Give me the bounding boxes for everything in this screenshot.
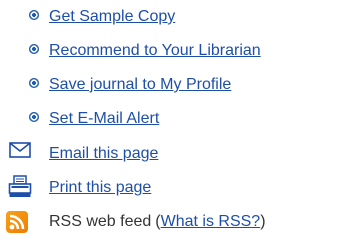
save-journal-link[interactable]: Save journal to My Profile	[49, 77, 231, 93]
email-page-link[interactable]: Email this page	[49, 146, 158, 162]
rss-feed-row: RSS web feed ( What is RSS? )	[0, 209, 266, 235]
what-is-rss-link[interactable]: What is RSS?	[161, 214, 261, 230]
bullet-icon	[0, 106, 49, 132]
email-page-row: Email this page	[0, 141, 158, 167]
rss-web-feed-label: RSS web feed	[49, 213, 152, 230]
close-paren: )	[260, 213, 266, 230]
save-journal-row: Save journal to My Profile	[0, 72, 231, 98]
print-page-link[interactable]: Print this page	[49, 180, 151, 196]
recommend-librarian-row: Recommend to Your Librarian	[0, 38, 261, 64]
get-sample-copy-row: Get Sample Copy	[0, 4, 175, 30]
recommend-librarian-link[interactable]: Recommend to Your Librarian	[49, 43, 261, 59]
print-page-row: Print this page	[0, 175, 151, 201]
journal-actions-panel: Get Sample Copy Recommend to Your Librar…	[0, 0, 354, 251]
set-email-alert-row: Set E-Mail Alert	[0, 106, 159, 132]
printer-icon[interactable]	[0, 175, 49, 201]
set-email-alert-link[interactable]: Set E-Mail Alert	[49, 111, 159, 127]
bullet-icon	[0, 4, 49, 30]
rss-icon[interactable]	[0, 209, 49, 235]
get-sample-copy-link[interactable]: Get Sample Copy	[49, 9, 175, 25]
envelope-icon[interactable]	[0, 141, 49, 167]
bullet-icon	[0, 38, 49, 64]
bullet-icon	[0, 72, 49, 98]
